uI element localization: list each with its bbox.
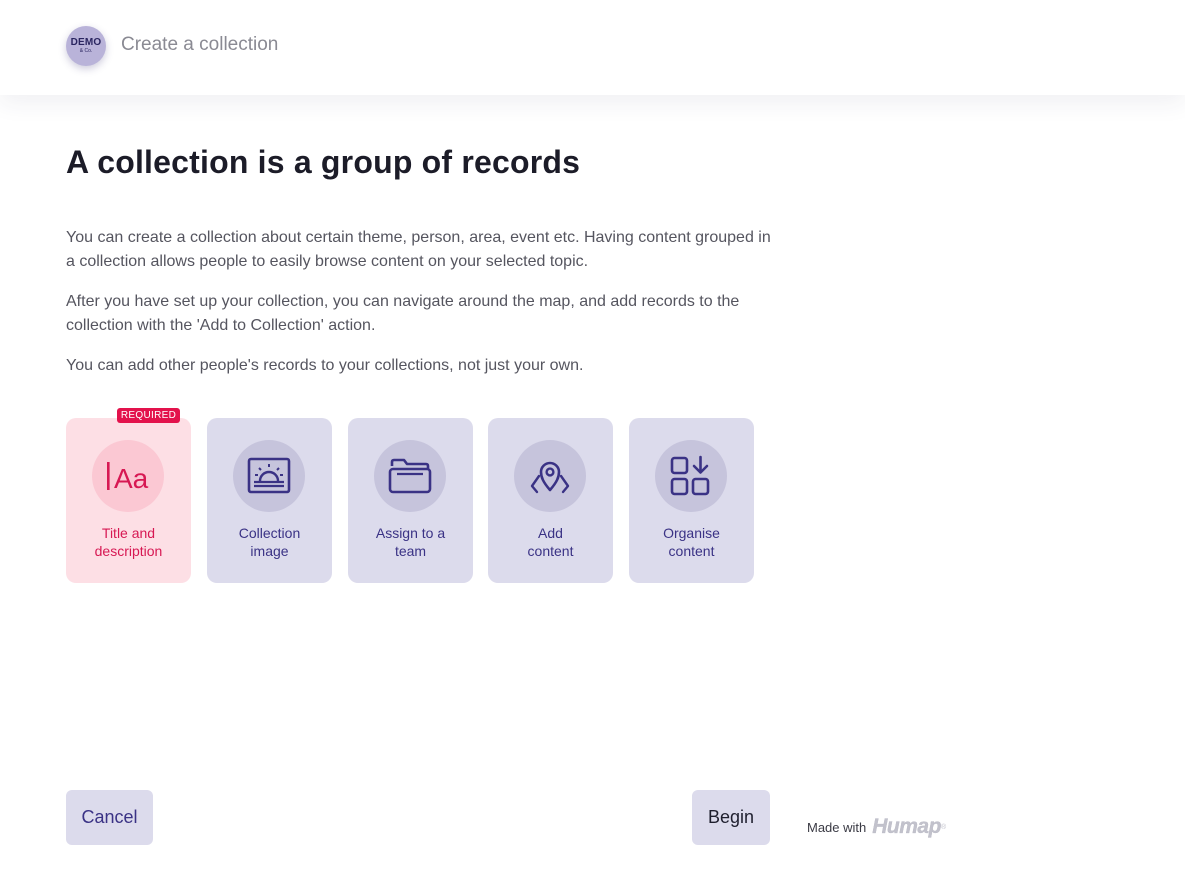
grid-sort-icon: [670, 455, 710, 496]
step-organise-content[interactable]: Organise content: [629, 418, 754, 583]
step-icon-circle: Aa: [92, 440, 164, 512]
page-header-title: Create a collection: [121, 34, 279, 55]
step-icon-circle: [655, 440, 727, 512]
step-icon-circle: [233, 440, 305, 512]
text-font-icon: Aa: [107, 462, 149, 494]
top-bar: DEMO & Co. Create a collection: [0, 0, 1185, 95]
cancel-button[interactable]: Cancel: [66, 790, 153, 845]
step-icon-circle: [514, 440, 586, 512]
page-title: A collection is a group of records: [66, 144, 581, 180]
step-add-content[interactable]: Add content: [488, 418, 613, 583]
map-pin-icon: [530, 461, 570, 494]
step-label: Add content: [527, 525, 574, 559]
made-with-credit[interactable]: Made with Humap ®: [807, 815, 946, 839]
logo-main-text: DEMO: [70, 37, 102, 48]
step-assign-team[interactable]: Assign to a team: [348, 418, 473, 583]
svg-text:Aa: Aa: [114, 463, 149, 494]
step-label: Collection image: [238, 525, 301, 559]
made-with-text: Made with: [807, 819, 867, 835]
step-title-description[interactable]: Aa Title and description: [66, 418, 191, 583]
registered-mark: ®: [940, 823, 947, 831]
folder-icon: [388, 458, 432, 494]
step-label: Title and description: [94, 525, 163, 559]
step-collection-image[interactable]: Collection image: [207, 418, 332, 583]
required-badge: REQUIRED: [117, 408, 180, 423]
step-icon-circle: [374, 440, 446, 512]
intro-paragraph-2: After you have set up your collection, y…: [66, 293, 740, 334]
begin-button[interactable]: Begin: [692, 790, 770, 845]
intro-paragraph-1: You can create a collection about certai…: [66, 229, 771, 270]
step-label: Assign to a team: [375, 525, 446, 559]
intro-paragraph-3: You can add other people's records to yo…: [66, 357, 584, 374]
brand-logo[interactable]: DEMO & Co.: [66, 26, 106, 66]
humap-logo: Humap: [872, 815, 941, 838]
step-label: Organise content: [663, 525, 720, 559]
logo-sub-text: & Co.: [79, 48, 93, 54]
sunrise-image-icon: [247, 457, 291, 494]
